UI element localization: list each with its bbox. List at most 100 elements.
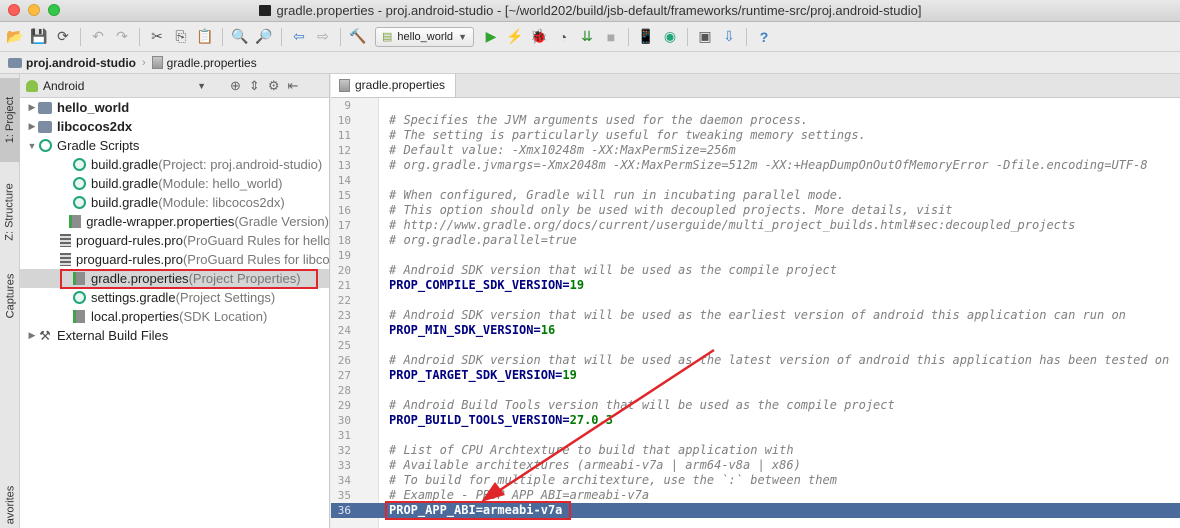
tab-gradle-properties[interactable]: gradle.properties <box>331 74 457 97</box>
code-line[interactable]: 12 # Default value: -Xmx10248m -XX:MaxPer… <box>331 143 1180 158</box>
tree-item[interactable]: proguard-rules.pro (ProGuard Rules for l… <box>20 250 329 269</box>
code-line[interactable]: 25 <box>331 338 1180 353</box>
apply-changes-icon[interactable]: ⚡ <box>504 26 526 48</box>
stop-icon[interactable]: ■ <box>600 26 622 48</box>
redo-icon[interactable]: ↷ <box>111 26 133 48</box>
tree-item[interactable]: ▶ ⚒ External Build Files <box>20 326 329 345</box>
code-line[interactable]: 23 # Android SDK version that will be use… <box>331 308 1180 323</box>
minimize-window-button[interactable] <box>28 4 40 16</box>
project-view-select[interactable]: Android ▼ <box>26 79 206 93</box>
code-line[interactable]: 33 # Available architextures (armeabi-v7a… <box>331 458 1180 473</box>
code-line[interactable]: 16 # This option should only be used with… <box>331 203 1180 218</box>
code-line[interactable]: 19 <box>331 248 1180 263</box>
sdk-icon[interactable]: ⇩ <box>718 26 740 48</box>
code-line[interactable]: 36 PROP_APP_ABI=armeabi-v7a <box>331 501 1180 520</box>
pro-icon <box>60 234 71 248</box>
gear-icon[interactable]: ⚙ <box>268 78 280 94</box>
tree-item[interactable]: build.gradle (Module: libcocos2dx) <box>20 193 329 212</box>
code-line[interactable]: 22 <box>331 293 1180 308</box>
code-line[interactable]: 21 PROP_COMPILE_SDK_VERSION=19 <box>331 278 1180 293</box>
breadcrumb-file[interactable]: gradle.properties <box>151 56 257 70</box>
tab-favorites[interactable]: avorites <box>0 482 20 528</box>
collapsed-arrow-icon[interactable]: ▶ <box>26 102 38 113</box>
expanded-arrow-icon[interactable]: ▼ <box>26 141 38 151</box>
line-text: # org.gradle.parallel=true <box>389 233 577 247</box>
breadcrumb-project[interactable]: proj.android-studio <box>8 56 136 70</box>
breadcrumb-separator: › <box>142 56 146 69</box>
code-area[interactable]: 9 10 # Specifies the JVM arguments used fo… <box>331 98 1180 520</box>
back-icon[interactable]: ⇦ <box>288 26 310 48</box>
code-line[interactable]: 17 # http://www.gradle.org/docs/current/u… <box>331 218 1180 233</box>
avd-icon[interactable]: 📱 <box>635 26 657 48</box>
code-line[interactable]: 20 # Android SDK version that will be use… <box>331 263 1180 278</box>
copy-icon[interactable]: ⎘ <box>170 26 192 48</box>
zoom-window-button[interactable] <box>48 4 60 16</box>
collapsed-arrow-icon[interactable]: ▶ <box>26 121 38 132</box>
code-line[interactable]: 9 <box>331 98 1180 113</box>
tree-item[interactable]: ▼ Gradle Scripts <box>20 136 329 155</box>
tree-item[interactable]: gradle-wrapper.properties (Gradle Versio… <box>20 212 329 231</box>
forward-icon[interactable]: ⇨ <box>312 26 334 48</box>
code-line[interactable]: 34 # To build for multiple architexture, … <box>331 473 1180 488</box>
hide-panel-icon[interactable]: ⇤ <box>287 78 298 94</box>
replace-icon[interactable]: 🔎 <box>253 26 275 48</box>
gradle-sync-icon[interactable]: ◉ <box>659 26 681 48</box>
code-line[interactable]: 27 PROP_TARGET_SDK_VERSION=19 <box>331 368 1180 383</box>
save-icon[interactable]: 💾 <box>28 26 50 48</box>
code-line[interactable]: 14 <box>331 173 1180 188</box>
tab-structure[interactable]: Z: Structure <box>0 170 20 254</box>
help-icon[interactable]: ? <box>753 26 775 48</box>
project-panel: Android ▼ ⊕ ⇕ ⚙ ⇤ ▶ hello_world ▶ libcocos2… <box>20 74 330 528</box>
undo-icon[interactable]: ↶ <box>87 26 109 48</box>
tree-item[interactable]: build.gradle (Module: hello_world) <box>20 174 329 193</box>
tree-item[interactable]: gradle.properties (Project Properties) <box>20 269 329 289</box>
code-line[interactable]: 15 # When configured, Gradle will run in … <box>331 188 1180 203</box>
tree-item[interactable]: build.gradle (Project: proj.android-stud… <box>20 155 329 174</box>
code-line[interactable]: 31 <box>331 428 1180 443</box>
line-text: # Android SDK version that will be used … <box>389 263 837 277</box>
tree-item[interactable]: ▶ hello_world <box>20 98 329 117</box>
line-number: 35 <box>337 489 351 502</box>
code-line[interactable]: 24 PROP_MIN_SDK_VERSION=16 <box>331 323 1180 338</box>
code-line[interactable]: 30 PROP_BUILD_TOOLS_VERSION=27.0.3 <box>331 413 1180 428</box>
collapsed-arrow-icon[interactable]: ▶ <box>26 330 38 341</box>
android-icon <box>26 79 38 92</box>
code-line[interactable]: 26 # Android SDK version that will be use… <box>331 353 1180 368</box>
attach-icon[interactable]: ⇊ <box>576 26 598 48</box>
properties-file-icon <box>339 78 350 92</box>
code-line[interactable]: 28 <box>331 383 1180 398</box>
paste-icon[interactable]: 📋 <box>194 26 216 48</box>
tree-item-label: local.properties <box>91 309 180 324</box>
collapse-icon[interactable]: ⇕ <box>249 78 260 94</box>
tree-item[interactable]: settings.gradle (Project Settings) <box>20 288 329 307</box>
prop-icon <box>69 215 82 229</box>
tab-project[interactable]: 1: Project <box>0 78 20 162</box>
profile-icon[interactable]: ◔ <box>552 26 574 48</box>
locate-icon[interactable]: ⊕ <box>230 78 241 94</box>
run-configuration-select[interactable]: ▤ hello_world ▼ <box>375 26 474 47</box>
code-line[interactable]: 32 # List of CPU Archtexture to build tha… <box>331 443 1180 458</box>
tree-item[interactable]: local.properties (SDK Location) <box>20 307 329 326</box>
open-icon[interactable]: 📂 <box>4 26 26 48</box>
structure-icon[interactable]: ▣ <box>694 26 716 48</box>
tree-item-hint: (Module: hello_world) <box>158 176 283 191</box>
property-value: 19 <box>569 278 585 292</box>
build-icon[interactable]: 🔨 <box>347 26 369 48</box>
find-icon[interactable]: 🔍 <box>229 26 251 48</box>
code-line[interactable]: 13 # org.gradle.jvmargs=-Xmx2048m -XX:Max… <box>331 158 1180 173</box>
tab-captures[interactable]: Captures <box>0 264 20 328</box>
code-line[interactable]: 11 # The setting is particularly useful f… <box>331 128 1180 143</box>
code-line[interactable]: 29 # Android Build Tools version that wil… <box>331 398 1180 413</box>
cut-icon[interactable]: ✂ <box>146 26 168 48</box>
sync-icon[interactable]: ⟳ <box>52 26 74 48</box>
close-window-button[interactable] <box>8 4 20 16</box>
line-text: # This option should only be used with d… <box>389 203 953 217</box>
debug-icon[interactable]: 🐞 <box>528 26 550 48</box>
code-line[interactable]: 18 # org.gradle.parallel=true <box>331 233 1180 248</box>
tree-item[interactable]: ▶ libcocos2dx <box>20 117 329 136</box>
line-text: # The setting is particularly useful for… <box>389 128 866 142</box>
run-icon[interactable]: ▶ <box>480 26 502 48</box>
tree-item-label: settings.gradle <box>91 290 176 305</box>
code-line[interactable]: 10 # Specifies the JVM arguments used for… <box>331 113 1180 128</box>
tree-item[interactable]: proguard-rules.pro (ProGuard Rules for h… <box>20 231 329 250</box>
